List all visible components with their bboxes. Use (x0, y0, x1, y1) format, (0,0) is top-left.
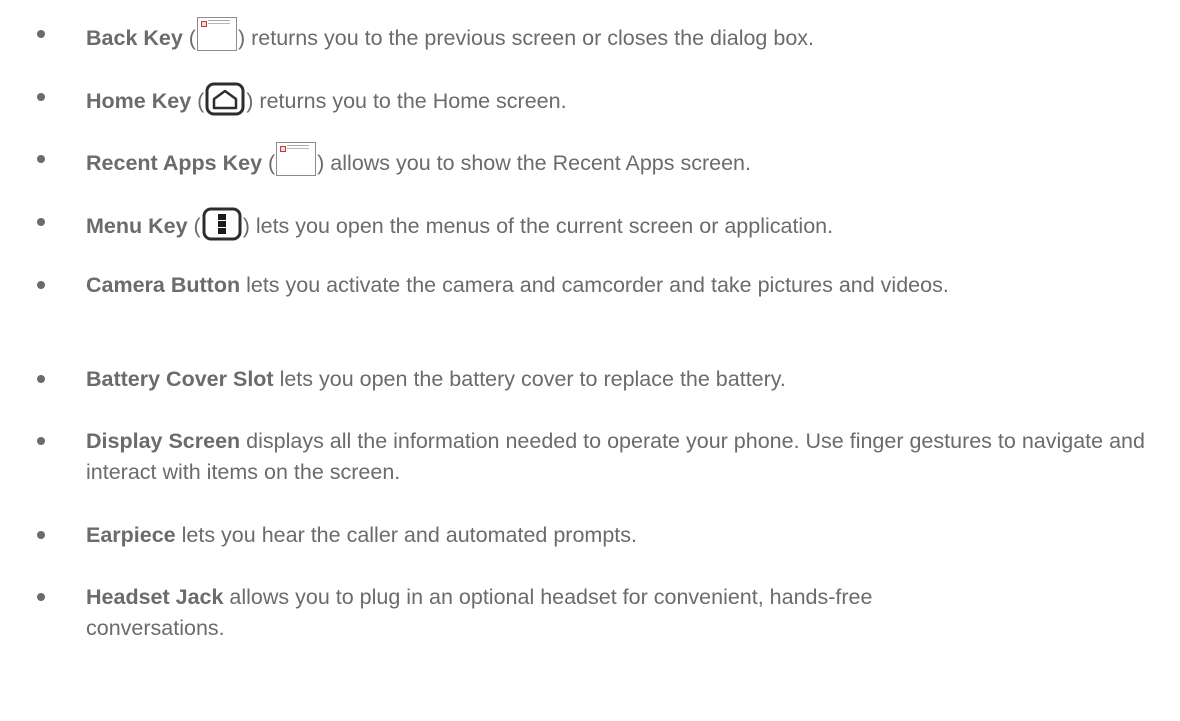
item-text: Battery Cover Slot lets you open the bat… (86, 364, 1166, 395)
item-term: Camera Button (86, 273, 241, 297)
paren-open: ( (182, 26, 196, 50)
item-term: Menu Key (86, 214, 188, 238)
bullet (37, 593, 45, 601)
bullet (37, 281, 45, 289)
item-text: Recent Apps Key ( ) allows you to show th… (86, 142, 1166, 179)
bullet (37, 531, 45, 539)
paren-open: ( (262, 151, 276, 175)
item-term: Back Key (86, 26, 183, 50)
paren-open: ( (191, 89, 205, 113)
item-text: Headset Jack allows you to plug in an op… (86, 582, 996, 644)
item-text: Camera Button lets you activate the came… (86, 270, 1016, 301)
item-text: Display Screen displays all the informat… (86, 426, 1166, 488)
item-text: Menu Key ( ) lets you open the menus of t… (86, 207, 1166, 242)
item-term: Earpiece (86, 523, 176, 547)
item-description: ) allows you to show the Recent Apps scr… (317, 151, 751, 175)
item-term: Recent Apps Key (86, 151, 263, 175)
item-term: Home Key (86, 89, 192, 113)
home-icon (205, 82, 245, 116)
item-term: Display Screen (86, 429, 241, 453)
bullet (37, 218, 45, 226)
item-text: Home Key ( ) returns you to the Home scre… (86, 82, 1166, 117)
bullet (37, 437, 45, 445)
item-description: lets you activate the camera and camcord… (240, 273, 949, 297)
paren-open: ( (187, 214, 201, 238)
item-term: Battery Cover Slot (86, 367, 274, 391)
broken-image-icon (276, 142, 317, 176)
bullet (37, 30, 45, 38)
bullet (37, 375, 45, 383)
item-description: ) returns you to the Home screen. (246, 89, 567, 113)
item-term: Headset Jack (86, 585, 224, 609)
item-text: Earpiece lets you hear the caller and au… (86, 520, 1166, 551)
item-description: lets you open the battery cover to repla… (273, 367, 786, 391)
item-description: lets you hear the caller and automated p… (175, 523, 637, 547)
bullet (37, 155, 45, 163)
item-description: displays all the information needed to o… (86, 429, 1145, 484)
item-description: ) returns you to the previous screen or … (237, 26, 814, 50)
menu-icon (202, 207, 242, 241)
broken-image-icon (196, 17, 237, 51)
item-description: ) lets you open the menus of the current… (242, 214, 834, 238)
bullet (37, 93, 45, 101)
item-text: Back Key ( ) returns you to the previous … (86, 17, 1166, 54)
